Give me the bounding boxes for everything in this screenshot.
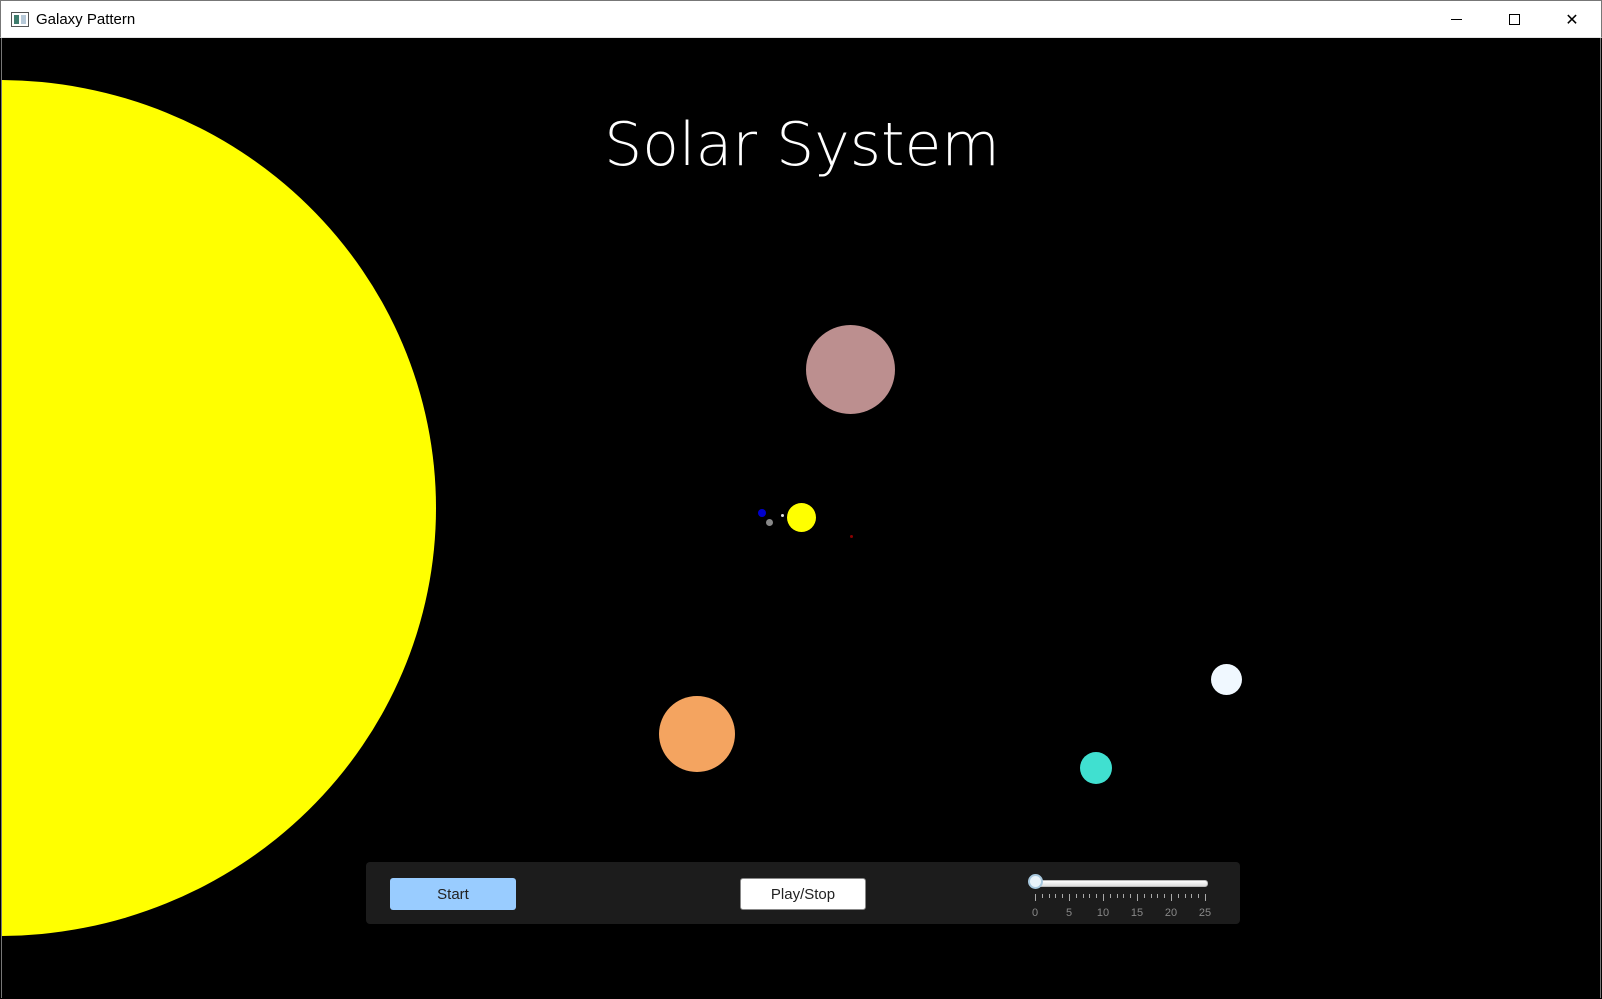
app-window: Galaxy Pattern ✕ Solar System Start Play…	[0, 0, 1602, 999]
slider-tick	[1184, 894, 1186, 898]
slider-tick	[1137, 894, 1138, 901]
title-bar: Galaxy Pattern ✕	[0, 0, 1602, 38]
slider-tick	[1082, 894, 1084, 898]
minimize-icon	[1450, 19, 1462, 20]
blue-moon	[758, 509, 766, 517]
slider-tick	[1109, 894, 1111, 898]
speed-slider[interactable]: 0 5 10 15 20 25	[1028, 872, 1218, 919]
slider-tick-label: 20	[1164, 907, 1178, 919]
slider-tick	[1096, 894, 1098, 898]
sun	[2, 80, 436, 936]
slider-tick	[1035, 894, 1036, 901]
slider-tick	[1143, 894, 1145, 898]
slider-tick	[1157, 894, 1159, 898]
maximize-button[interactable]	[1485, 1, 1543, 38]
canvas: Solar System Start Play/Stop 0 5 10 15 20 25	[1, 38, 1601, 998]
slider-tick	[1041, 894, 1043, 898]
start-button[interactable]: Start	[390, 878, 516, 910]
slider-tick	[1191, 894, 1193, 898]
slider-tick	[1075, 894, 1077, 898]
gray-moon	[766, 519, 773, 526]
slider-tick	[1062, 894, 1064, 898]
slider-tick	[1150, 894, 1152, 898]
slider-track[interactable]	[1034, 880, 1208, 887]
slider-tick	[1205, 894, 1206, 901]
slider-tick	[1089, 894, 1091, 898]
white-speck	[781, 514, 784, 517]
slider-tick	[1116, 894, 1118, 898]
pink-planet	[806, 325, 895, 414]
slider-tick	[1048, 894, 1050, 898]
play-stop-button[interactable]: Play/Stop	[740, 878, 866, 910]
slider-tick	[1069, 894, 1070, 901]
slider-tick	[1130, 894, 1132, 898]
minimize-button[interactable]	[1427, 1, 1485, 38]
control-bar: Start Play/Stop 0 5 10 15 20 25	[366, 862, 1240, 924]
window-title: Galaxy Pattern	[36, 11, 136, 28]
close-icon: ✕	[1565, 10, 1579, 29]
slider-tick	[1103, 894, 1104, 901]
slider-thumb[interactable]	[1028, 874, 1043, 889]
slider-tick-label: 5	[1065, 907, 1073, 919]
slider-tick	[1198, 894, 1200, 898]
slider-tick	[1164, 894, 1166, 898]
app-icon	[11, 12, 29, 27]
close-button[interactable]: ✕	[1543, 1, 1601, 38]
slider-tick	[1123, 894, 1125, 898]
turquoise-planet	[1080, 752, 1112, 784]
red-speck	[850, 535, 853, 538]
orange-planet	[659, 696, 735, 772]
maximize-icon	[1508, 14, 1520, 25]
slider-tick-label: 25	[1198, 907, 1212, 919]
slider-tick	[1177, 894, 1179, 898]
slider-tick-label: 0	[1031, 907, 1039, 919]
slider-tick-label: 15	[1130, 907, 1144, 919]
slider-tick	[1171, 894, 1172, 901]
small-yellow-star	[787, 503, 816, 532]
slider-tick-label: 10	[1096, 907, 1110, 919]
slider-tick	[1055, 894, 1057, 898]
white-planet	[1211, 664, 1242, 695]
